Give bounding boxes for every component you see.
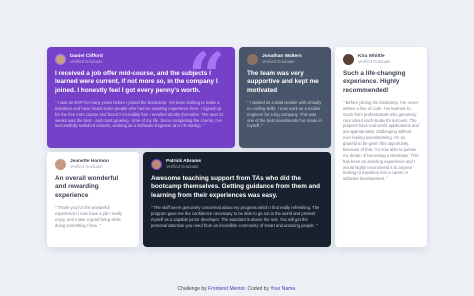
testimonial-card-jonathan: Jonathan Walters Verified Graduate The t… [239,47,331,148]
coder-link[interactable]: Your Name [270,286,295,292]
author-info: Daniel Clifford Verified Graduate [55,54,227,65]
author-status: Verified Graduate [358,58,391,64]
author-status: Verified Graduate [166,163,199,169]
avatar [55,54,66,65]
testimonial-body: " I started as a total newbie with virtu… [247,99,322,129]
testimonial-body: " Before joining the bootcamp, I've neve… [343,99,419,182]
testimonial-headline: I received a job offer mid-course, and t… [55,70,218,94]
testimonial-headline: Such a life-changing experience. Highly … [343,70,406,94]
testimonial-body: " Thank you for the wonderful experience… [55,204,122,228]
testimonial-headline: Awesome teaching support from TAs who di… [151,175,321,199]
testimonial-body: " The staff seem genuinely concerned abo… [151,204,320,228]
avatar [55,159,66,170]
avatar [343,54,354,65]
attribution: Challenge by Frontend Mentor. Coded by Y… [0,286,474,292]
testimonial-headline: The team was very supportive and kept me… [247,70,319,94]
author-info: Jeanette Harmon Verified Graduate [55,159,131,170]
testimonial-headline: An overall wonderful and rewarding exper… [55,175,119,199]
attribution-suffix: . [295,286,297,292]
avatar [247,54,258,65]
author-info: Jonathan Walters Verified Graduate [247,54,323,65]
author-info: Kira Whittle Verified Graduate [343,54,419,65]
testimonial-body: " I was an EMT for many years before I j… [55,99,224,129]
avatar [151,159,162,170]
frontend-mentor-link[interactable]: Frontend Mentor [208,286,245,292]
attribution-middle: . Coded by [244,286,269,292]
author-status: Verified Graduate [70,163,103,169]
author-status: Verified Graduate [70,58,103,64]
testimonial-card-jeanette: Jeanette Harmon Verified Graduate An ove… [47,152,139,247]
author-info: Patrick Abrams Verified Graduate [151,159,323,170]
attribution-prefix: Challenge by [177,286,207,292]
testimonial-card-patrick: Patrick Abrams Verified Graduate Awesome… [143,152,331,247]
author-status: Verified Graduate [262,58,295,64]
testimonial-card-kira: Kira Whittle Verified Graduate Such a li… [335,47,427,247]
testimonial-card-daniel: “ Daniel Clifford Verified Graduate I re… [47,47,235,148]
